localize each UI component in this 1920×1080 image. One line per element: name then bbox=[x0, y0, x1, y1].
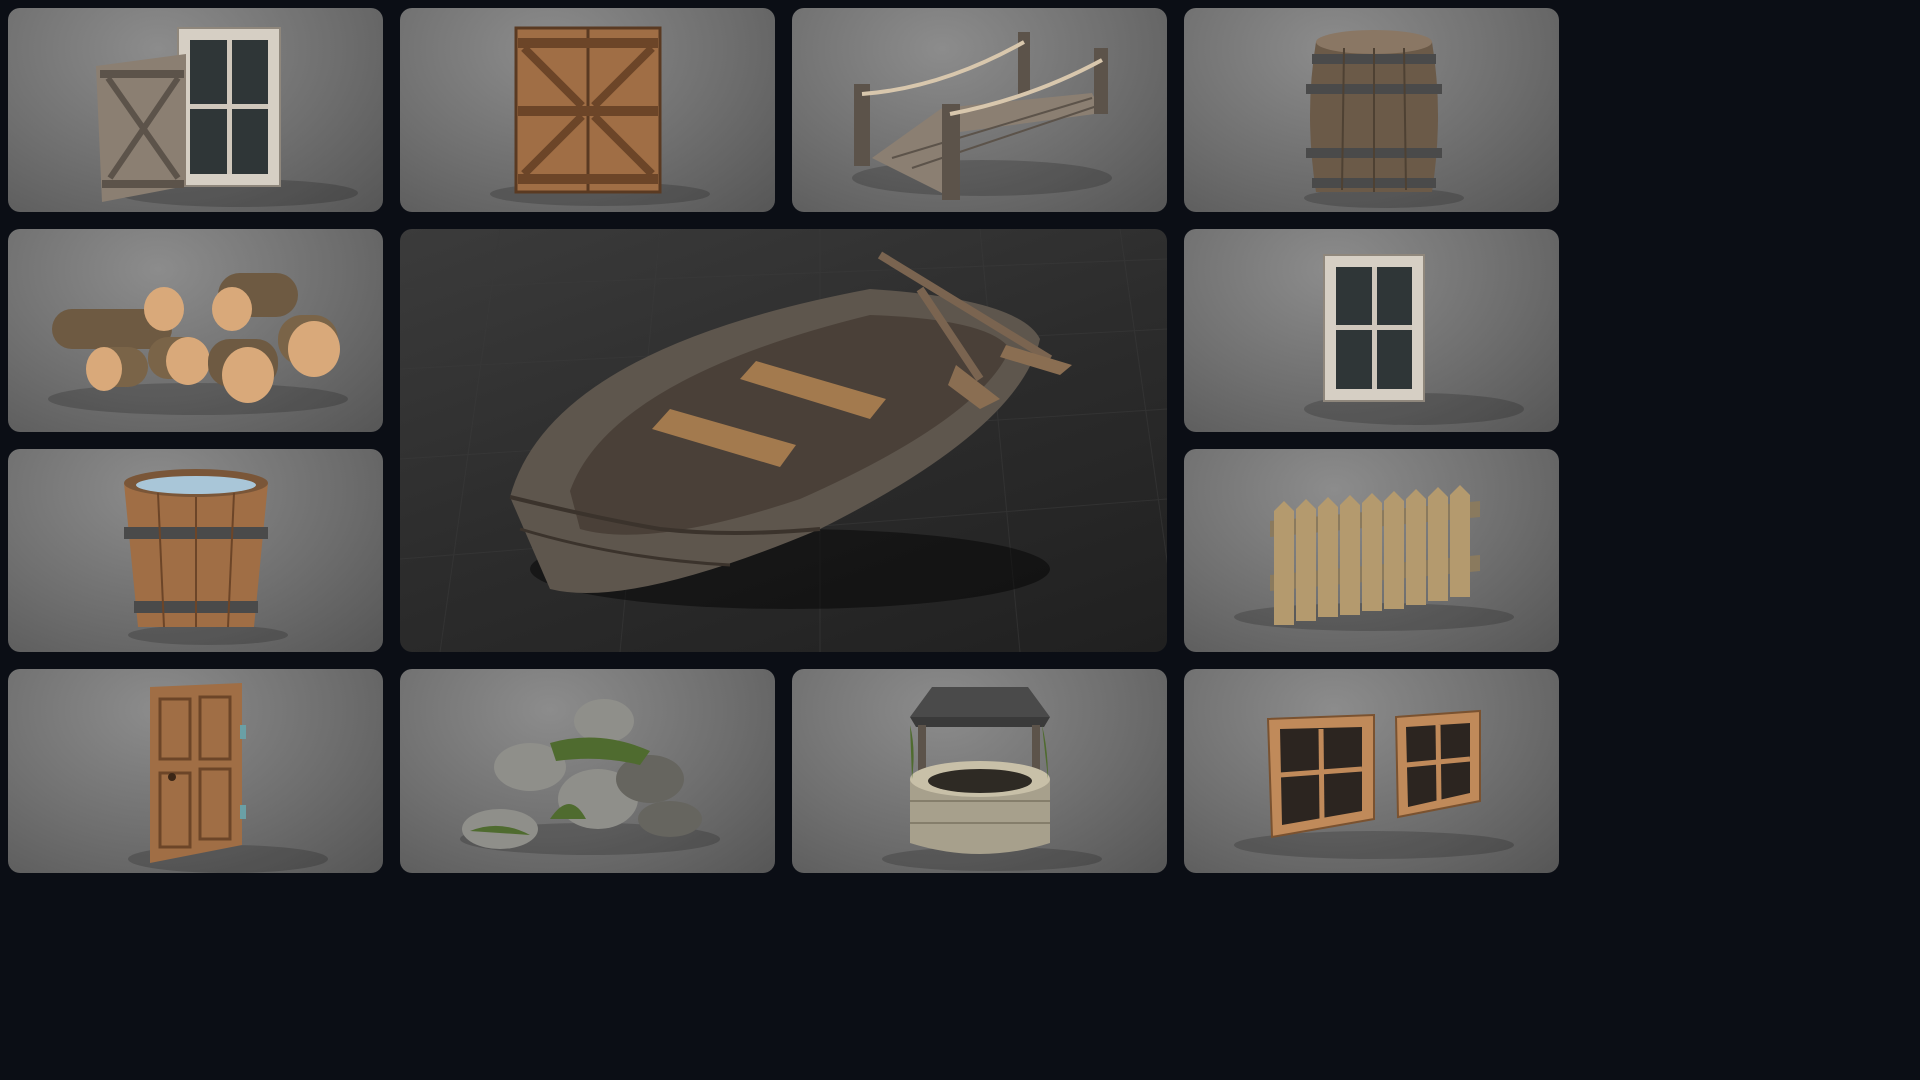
well-icon bbox=[882, 687, 1102, 871]
bridge-icon bbox=[852, 32, 1112, 200]
tile-rock-pile[interactable] bbox=[400, 669, 775, 873]
window-icon bbox=[1304, 254, 1524, 425]
shutter-window-icon bbox=[96, 27, 358, 207]
tile-log-pile[interactable] bbox=[8, 229, 383, 432]
fence-icon bbox=[1234, 485, 1514, 631]
tile-stone-well[interactable] bbox=[792, 669, 1167, 873]
tile-rope-bridge[interactable] bbox=[792, 8, 1167, 212]
rowboat-icon bbox=[400, 229, 1167, 652]
tile-rowboat-hero[interactable] bbox=[400, 229, 1167, 652]
tile-shutter-window[interactable] bbox=[8, 8, 383, 212]
bucket-icon bbox=[124, 469, 288, 645]
tile-picket-fence[interactable] bbox=[1184, 449, 1559, 652]
tile-window-pair[interactable] bbox=[1184, 669, 1559, 873]
rocks-icon bbox=[460, 699, 720, 855]
door-icon bbox=[128, 683, 328, 873]
window-pair-icon bbox=[1234, 709, 1514, 859]
tile-single-window[interactable] bbox=[1184, 229, 1559, 432]
barn-door-icon bbox=[490, 26, 710, 206]
barrel-icon bbox=[1304, 30, 1464, 208]
tile-wooden-door[interactable] bbox=[8, 669, 383, 873]
log-pile-icon bbox=[48, 273, 348, 415]
tile-barrel[interactable] bbox=[1184, 8, 1559, 212]
tile-double-barn-door[interactable] bbox=[400, 8, 775, 212]
tile-water-bucket[interactable] bbox=[8, 449, 383, 652]
asset-gallery-grid bbox=[0, 0, 1568, 882]
